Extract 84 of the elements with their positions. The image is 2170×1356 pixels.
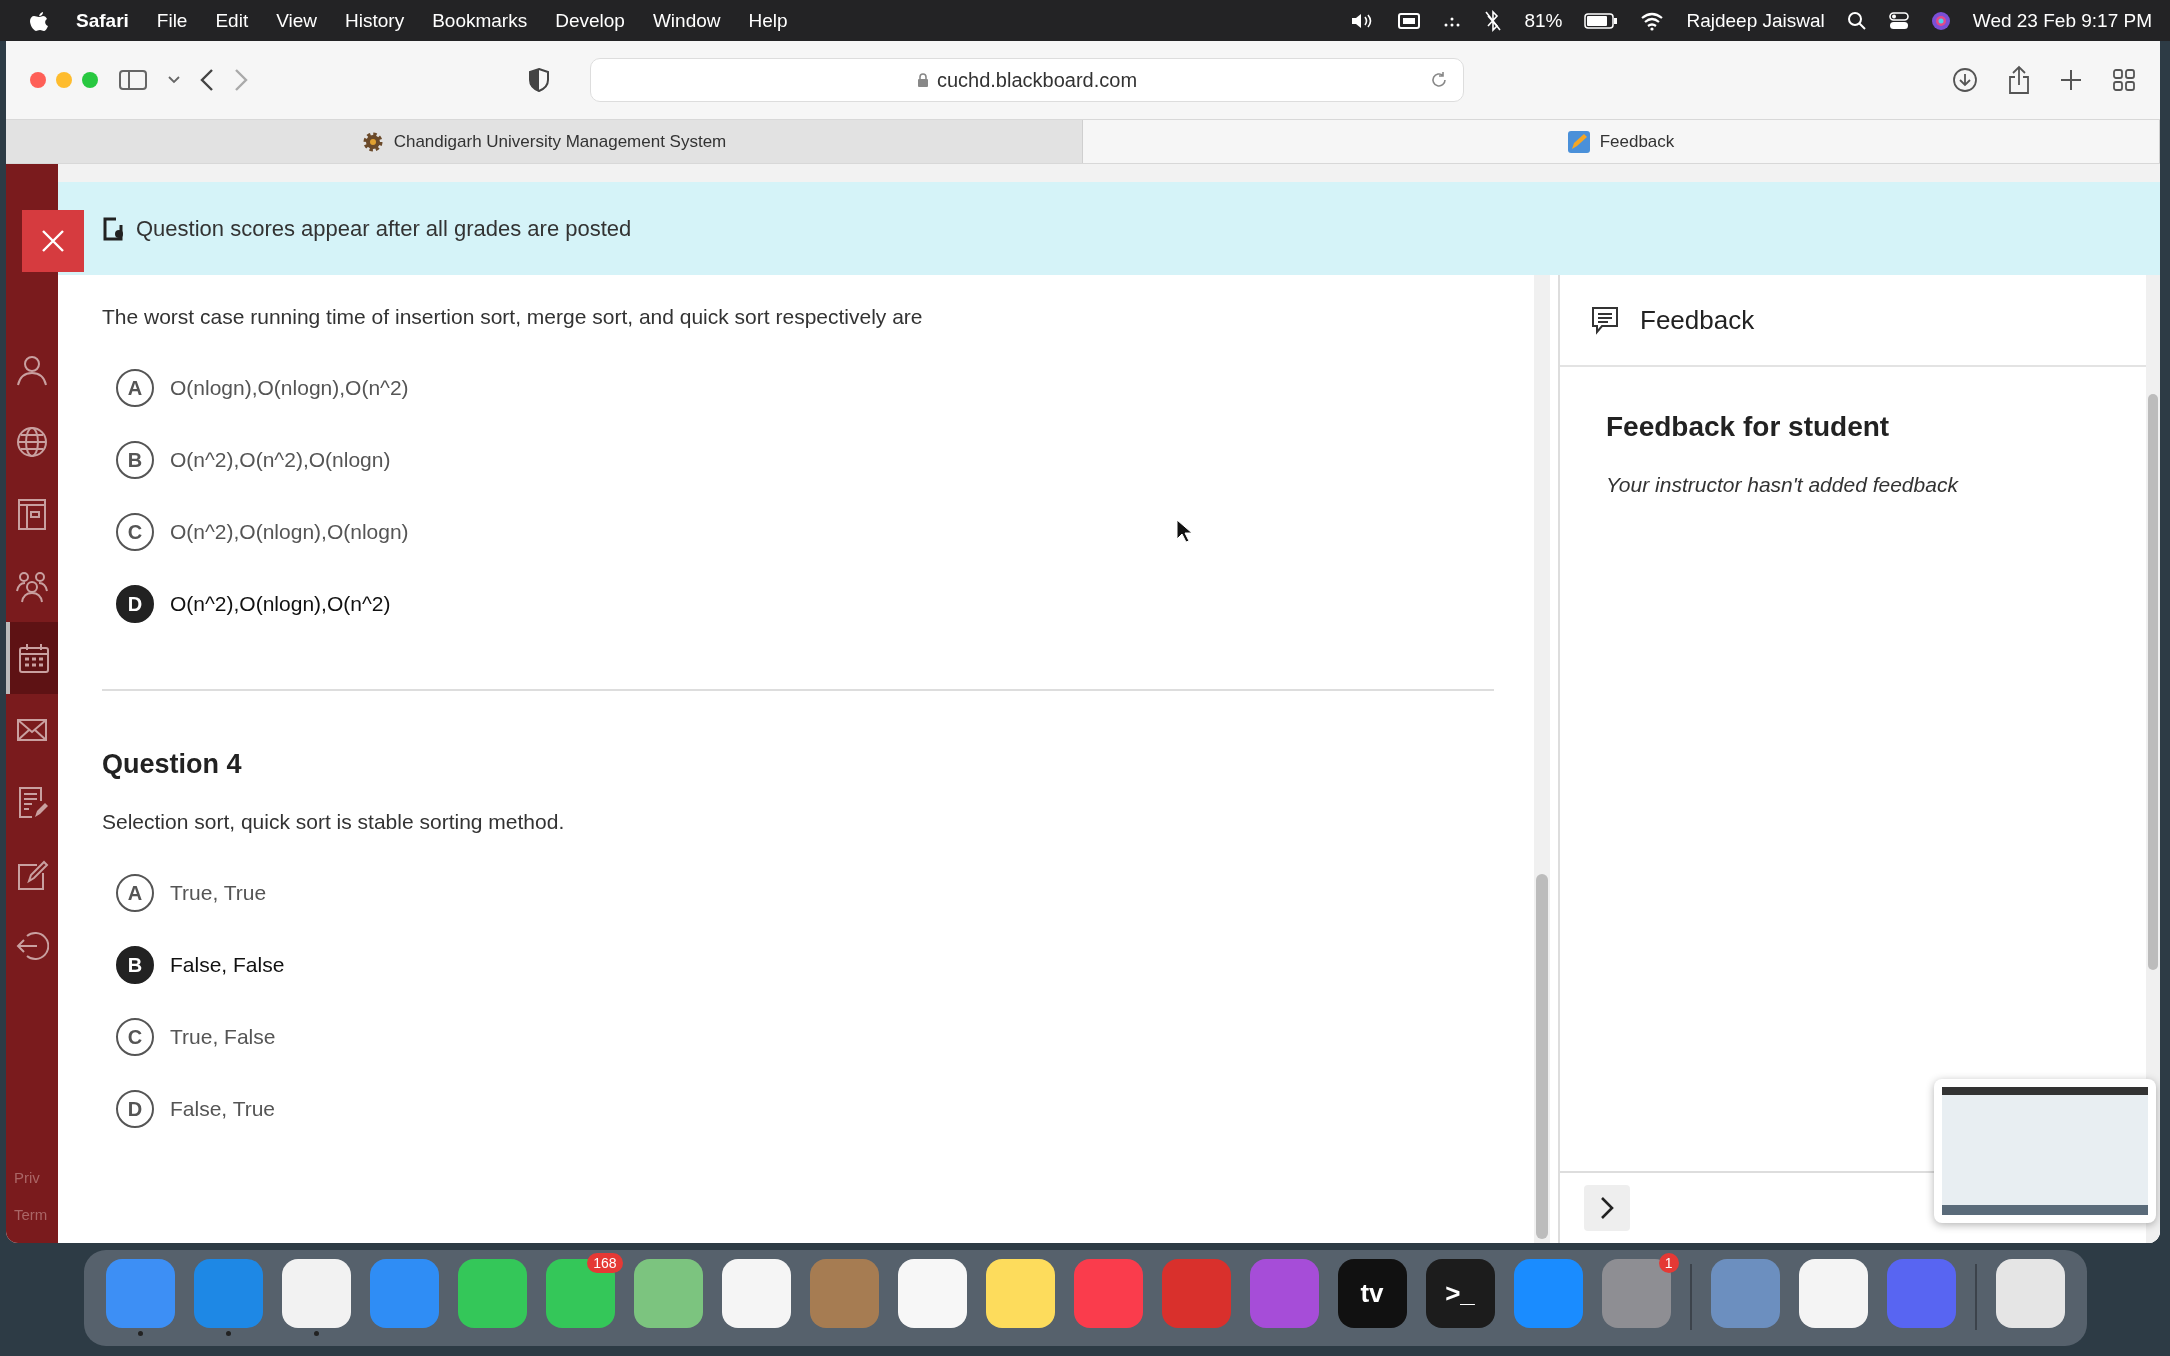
gear-icon: [361, 130, 384, 153]
menu-item[interactable]: Edit: [215, 9, 249, 32]
app-icon[interactable]: [1995, 1258, 2065, 1328]
tab-overview-icon[interactable]: [2112, 68, 2136, 92]
app-icon[interactable]: [457, 1258, 527, 1328]
window-control-button[interactable]: [30, 72, 46, 88]
url-text: cuchd.blackboard.com: [936, 68, 1138, 92]
menu-item[interactable]: File: [156, 9, 188, 32]
chevron-down-icon[interactable]: [168, 76, 180, 84]
question-text: The worst case running time of insertion sort, merge sort, and quick sort respectively are: [102, 305, 924, 329]
answer-option: O(nlogn),O(nlogn),O(n^2): [170, 376, 409, 400]
sidebar-toggle-icon[interactable]: [118, 68, 148, 92]
option-letter: C: [116, 1018, 154, 1056]
app-icon[interactable]: [545, 1258, 615, 1328]
globe-icon[interactable]: [15, 424, 49, 460]
answer-option: True, False: [170, 1025, 276, 1049]
menu-item[interactable]: Develop: [555, 9, 625, 32]
option-letter: A: [116, 369, 154, 407]
answer-option: False, True: [170, 1097, 276, 1121]
share-icon[interactable]: [2008, 65, 2030, 95]
next-button[interactable]: [1584, 1185, 1630, 1231]
app-icon[interactable]: >_: [1425, 1258, 1495, 1328]
answer-option: O(n^2),O(n^2),O(nlogn): [170, 448, 391, 472]
pencil-icon: [1567, 130, 1590, 153]
menu-item[interactable]: View: [276, 9, 318, 32]
siri-icon[interactable]: [1930, 10, 1951, 31]
app-icon[interactable]: [897, 1258, 967, 1328]
panel-title: Feedback: [1640, 304, 1755, 336]
browser-tab[interactable]: Chandigarh University Management System: [6, 120, 1083, 163]
menu-item[interactable]: Bookmarks: [432, 9, 528, 32]
control-center-icon[interactable]: [1888, 10, 1909, 31]
document-icon: [102, 216, 124, 241]
comment-icon: [1590, 305, 1620, 335]
battery-percentage: 81%: [1524, 9, 1563, 32]
menu-item[interactable]: Window: [652, 9, 721, 32]
option-letter: A: [116, 874, 154, 912]
lock-icon: [916, 72, 929, 88]
answer-option: False, False: [170, 953, 285, 977]
feedback-message: Your instructor hasn't added feedback: [1606, 473, 1960, 497]
option-letter: B: [116, 441, 154, 479]
app-icon[interactable]: tv: [1337, 1258, 1407, 1328]
screenshot-thumbnail[interactable]: [1934, 1079, 2156, 1223]
mouse-pointer-icon: [1176, 519, 1192, 543]
apple-logo-icon[interactable]: [30, 9, 48, 32]
scrollbar[interactable]: [2146, 275, 2160, 1243]
battery-icon[interactable]: [1584, 11, 1619, 30]
close-button[interactable]: [22, 210, 84, 272]
chevron-right-icon: [1600, 1196, 1614, 1220]
menu-item[interactable]: Help: [748, 9, 788, 32]
clock[interactable]: Wed 23 Feb 9:17 PM: [1972, 9, 2152, 32]
notification-badge: 168: [587, 1252, 623, 1273]
app-icon[interactable]: [721, 1258, 791, 1328]
address-bar[interactable]: cuchd.blackboard.com: [590, 58, 1464, 102]
plus-icon[interactable]: [2060, 69, 2082, 91]
search-icon[interactable]: [1846, 10, 1867, 31]
menu-item[interactable]: History: [345, 9, 405, 32]
book-icon[interactable]: [15, 496, 49, 532]
answer-option: O(n^2),O(nlogn),O(n^2): [170, 592, 391, 616]
scrollbar[interactable]: [1534, 275, 1550, 1243]
notification-badge: 1: [1658, 1252, 1679, 1273]
wifi-icon[interactable]: [1640, 10, 1665, 31]
answer-option: O(n^2),O(nlogn),O(nlogn): [170, 520, 409, 544]
close-icon: [41, 229, 65, 253]
option-letter: B: [116, 946, 154, 984]
question-text: Selection sort, quick sort is stable sorting method.: [102, 810, 566, 834]
app-icon[interactable]: [1798, 1258, 1868, 1328]
app-icon[interactable]: [985, 1258, 1055, 1328]
menu-item[interactable]: Safari: [76, 9, 129, 32]
option-letter: D: [116, 1090, 154, 1128]
shield-icon[interactable]: [528, 67, 550, 93]
option-letter: C: [116, 513, 154, 551]
display-icon[interactable]: [1398, 11, 1421, 30]
browser-tab[interactable]: Feedback: [1083, 120, 2160, 163]
bluetooth-off-icon[interactable]: [1484, 9, 1503, 32]
app-icon[interactable]: [633, 1258, 703, 1328]
app-icon[interactable]: [281, 1258, 351, 1328]
download-icon[interactable]: [1952, 67, 1978, 93]
feedback-heading: Feedback for student: [1606, 411, 1891, 443]
reload-icon[interactable]: [1429, 70, 1449, 90]
option-letter: D: [116, 585, 154, 623]
user-name[interactable]: Rajdeep Jaiswal: [1686, 9, 1825, 32]
question-title: Question 4: [102, 749, 243, 780]
notice-text: Question scores appear after all grades are posted: [136, 215, 632, 242]
answer-option: True, True: [170, 881, 267, 905]
